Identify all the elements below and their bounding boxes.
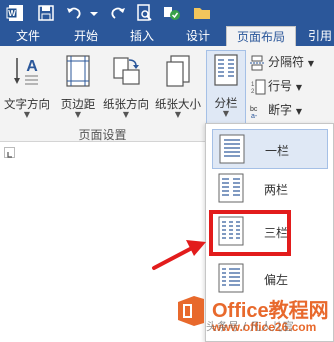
tab-insert[interactable]: 插入	[116, 26, 168, 46]
hyphenation-label: 断字	[268, 103, 293, 117]
orientation-icon	[113, 57, 140, 85]
undo-icon[interactable]	[64, 3, 84, 23]
tab-home[interactable]: 开始	[60, 26, 112, 46]
quick-access-toolbar: W	[0, 0, 334, 26]
redo-icon[interactable]	[108, 3, 128, 23]
spelling-check-icon[interactable]	[162, 3, 182, 23]
print-preview-icon[interactable]	[134, 3, 154, 23]
left-column-icon	[218, 263, 244, 293]
menu-item-one-column[interactable]: 一栏	[212, 129, 328, 169]
tab-references[interactable]: 引用	[300, 26, 334, 46]
chevron-down-icon: ▼	[74, 110, 82, 119]
svg-text:2: 2	[251, 89, 255, 95]
page-size-icon	[166, 55, 190, 87]
breaks-icon	[250, 55, 264, 70]
hyphenation-icon: bc a-	[250, 106, 258, 119]
watermark: Office教程网 www.office26.com	[170, 290, 334, 342]
columns-button[interactable]: 分栏 ▼	[206, 50, 246, 126]
chevron-down-icon: ▼	[122, 110, 130, 119]
line-numbers-icon: 1 2	[251, 79, 266, 95]
highlight-box	[209, 210, 291, 256]
page-size-button[interactable]: 纸张大小 ▼	[152, 52, 204, 119]
left-tab-icon	[7, 152, 12, 158]
red-arrow-icon	[152, 240, 206, 270]
one-column-icon	[219, 134, 245, 164]
margins-icon	[66, 55, 90, 87]
ribbon-tabs: 文件 开始 插入 设计 页面布局 引用	[0, 26, 334, 46]
tab-selector[interactable]	[4, 147, 15, 158]
watermark-subtext: 头条号 / 凡人儿官	[206, 320, 294, 333]
breaks-button[interactable]: 分隔符 ▼	[250, 52, 314, 72]
margins-button[interactable]: 页边距 ▼	[56, 52, 100, 119]
tab-file[interactable]: 文件	[0, 26, 56, 46]
text-direction-icon: A	[14, 58, 38, 85]
line-numbers-label: 行号	[268, 79, 293, 93]
word-logo-icon: W	[6, 5, 23, 21]
menu-item-label: 两栏	[264, 183, 289, 197]
chevron-down-icon: ▼	[222, 109, 230, 118]
office-logo-icon	[178, 296, 204, 326]
svg-text:a-: a-	[251, 113, 258, 119]
page-setup-group-label: 页面设置	[78, 128, 127, 142]
save-icon[interactable]	[36, 3, 56, 23]
chevron-down-icon: ▼	[23, 110, 31, 119]
breaks-label: 分隔符	[268, 55, 305, 69]
svg-text:W: W	[8, 9, 16, 18]
menu-item-label: 偏左	[264, 273, 289, 287]
svg-text:1: 1	[251, 82, 255, 88]
line-numbers-button[interactable]: 1 2 行号 ▼	[250, 76, 302, 96]
dropdown-arrow-icon[interactable]	[84, 3, 104, 23]
svg-text:A: A	[26, 58, 38, 75]
columns-icon	[214, 54, 238, 86]
tab-design[interactable]: 设计	[172, 26, 224, 46]
hyphenation-button[interactable]: bc a- 断字 ▼	[250, 100, 302, 120]
two-columns-icon	[218, 173, 244, 203]
text-direction-button[interactable]: A 文字方向 ▼	[2, 52, 52, 119]
menu-item-label: 一栏	[265, 144, 290, 158]
svg-text:bc: bc	[250, 106, 258, 113]
orientation-button[interactable]: 纸张方向 ▼	[100, 52, 152, 119]
open-folder-icon[interactable]	[192, 3, 212, 23]
chevron-down-icon: ▼	[174, 110, 182, 119]
menu-item-two-columns[interactable]: 两栏	[212, 169, 328, 209]
tab-page-layout[interactable]: 页面布局	[226, 26, 296, 46]
